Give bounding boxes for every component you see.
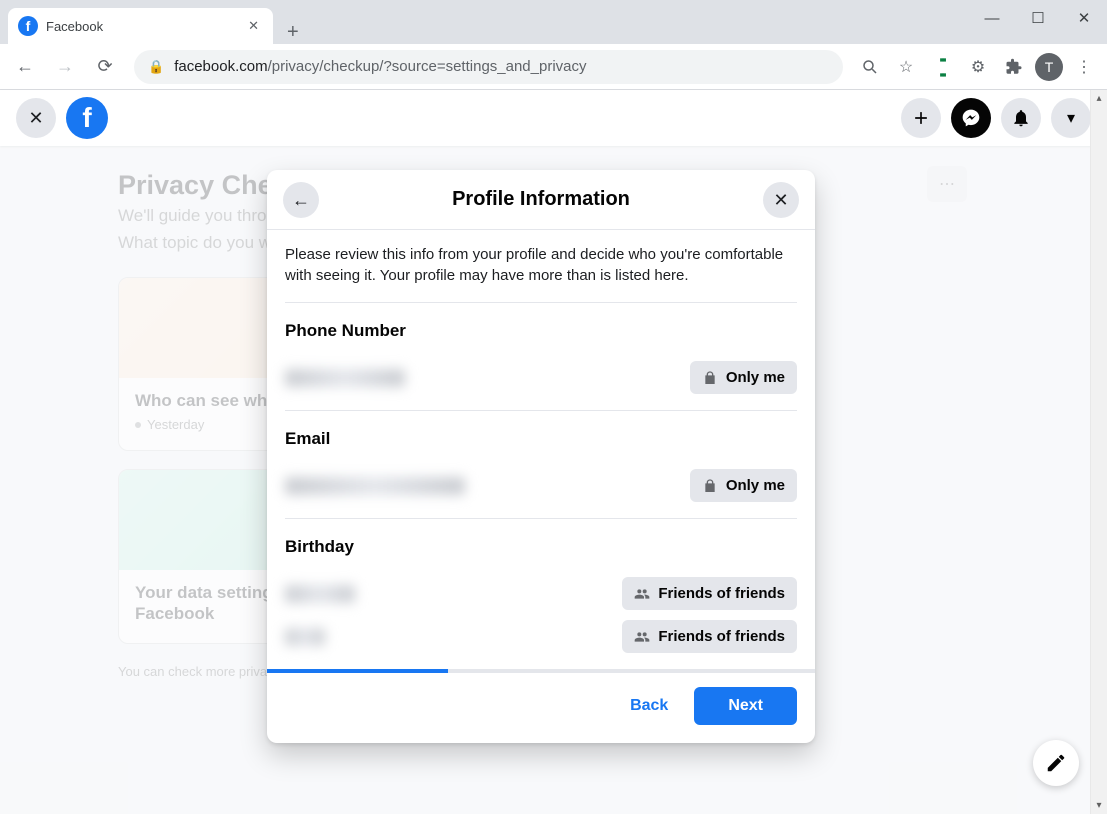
window-close-icon[interactable]: ✕ xyxy=(1061,0,1107,36)
create-plus-icon[interactable] xyxy=(901,98,941,138)
section-email-label: Email xyxy=(285,429,797,449)
chrome-profile-avatar[interactable]: T xyxy=(1035,53,1063,81)
phone-audience-button[interactable]: Only me xyxy=(690,361,797,394)
edit-icon xyxy=(1045,752,1067,774)
phone-value-redacted xyxy=(285,369,405,387)
birthyear-value-redacted xyxy=(285,628,325,646)
email-audience-button[interactable]: Only me xyxy=(690,469,797,502)
email-row: Only me xyxy=(285,463,797,519)
close-checkup-button[interactable]: ✕ xyxy=(16,98,56,138)
lock-icon xyxy=(702,370,718,386)
phone-row: Only me xyxy=(285,355,797,411)
birthday-audience-button-2[interactable]: Friends of friends xyxy=(622,620,797,653)
modal-footer: Back Next xyxy=(267,673,815,743)
scroll-down-icon[interactable]: ▾ xyxy=(1091,797,1107,814)
birthday-value-redacted xyxy=(285,585,355,603)
window-minimize-icon[interactable]: — xyxy=(969,0,1015,36)
tab-strip: f Facebook ✕ + — ☐ ✕ xyxy=(0,0,1107,44)
tab-close-icon[interactable]: ✕ xyxy=(244,14,263,38)
nav-reload-icon[interactable]: ⟳ xyxy=(88,50,122,84)
new-tab-button[interactable]: + xyxy=(273,21,313,44)
url-domain: facebook.com xyxy=(174,58,267,75)
zoom-icon[interactable] xyxy=(855,52,885,82)
tab-title: Facebook xyxy=(46,19,244,34)
friends-icon xyxy=(634,586,650,602)
modal-close-button[interactable]: ✕ xyxy=(763,182,799,218)
modal-title: Profile Information xyxy=(452,188,630,211)
bookmark-star-icon[interactable]: ☆ xyxy=(891,52,921,82)
friends-icon xyxy=(634,629,650,645)
facebook-logo-icon[interactable]: f xyxy=(66,97,108,139)
notifications-bell-icon[interactable] xyxy=(1001,98,1041,138)
modal-header: ← Profile Information ✕ xyxy=(267,170,815,230)
audience-label: Only me xyxy=(726,369,785,386)
section-phone-label: Phone Number xyxy=(285,321,797,341)
account-dropdown-icon[interactable]: ▾ xyxy=(1051,98,1091,138)
extension-dashboard-icon[interactable]: ▪▪▪▪ xyxy=(927,52,957,82)
nav-back-icon[interactable]: ← xyxy=(8,50,42,84)
browser-tab[interactable]: f Facebook ✕ xyxy=(8,8,273,44)
nav-forward-icon: → xyxy=(48,50,82,84)
lock-icon xyxy=(702,478,718,494)
audience-label: Friends of friends xyxy=(658,628,785,645)
address-bar: ← → ⟳ 🔒 facebook.com/privacy/checkup/?so… xyxy=(0,44,1107,90)
messenger-icon[interactable] xyxy=(951,98,991,138)
url-path: /privacy/checkup/?source=settings_and_pr… xyxy=(268,58,587,75)
scroll-up-icon[interactable]: ▴ xyxy=(1091,90,1107,107)
modal-back-button[interactable]: ← xyxy=(283,182,319,218)
window-maximize-icon[interactable]: ☐ xyxy=(1015,0,1061,36)
extension-bug-icon[interactable]: ⚙ xyxy=(963,52,993,82)
facebook-header: ✕ f ▾ xyxy=(0,90,1107,146)
modal-body: Please review this info from your profil… xyxy=(267,230,815,669)
omnibox[interactable]: 🔒 facebook.com/privacy/checkup/?source=s… xyxy=(134,50,843,84)
browser-chrome: f Facebook ✕ + — ☐ ✕ ← → ⟳ 🔒 facebook.co… xyxy=(0,0,1107,90)
birthday-row-2: Friends of friends xyxy=(285,620,797,663)
facebook-favicon-icon: f xyxy=(18,16,38,36)
birthday-audience-button-1[interactable]: Friends of friends xyxy=(622,577,797,610)
modal-description: Please review this info from your profil… xyxy=(285,244,797,303)
extensions-puzzle-icon[interactable] xyxy=(999,52,1029,82)
email-value-redacted xyxy=(285,477,465,495)
window-controls: — ☐ ✕ xyxy=(969,0,1107,36)
profile-info-modal: ← Profile Information ✕ Please review th… xyxy=(267,170,815,743)
edit-fab[interactable] xyxy=(1033,740,1079,786)
page-scrollbar[interactable]: ▴ ▾ xyxy=(1090,90,1107,814)
chrome-menu-icon[interactable]: ⋮ xyxy=(1069,52,1099,82)
section-birthday-label: Birthday xyxy=(285,537,797,557)
facebook-page: ✕ f ▾ ⋯ Privacy Checkup We'll guide you … xyxy=(0,90,1107,814)
next-button[interactable]: Next xyxy=(694,687,797,725)
audience-label: Only me xyxy=(726,477,785,494)
birthday-row-1: Friends of friends xyxy=(285,571,797,620)
lock-icon: 🔒 xyxy=(148,59,164,75)
audience-label: Friends of friends xyxy=(658,585,785,602)
back-button[interactable]: Back xyxy=(618,689,680,723)
